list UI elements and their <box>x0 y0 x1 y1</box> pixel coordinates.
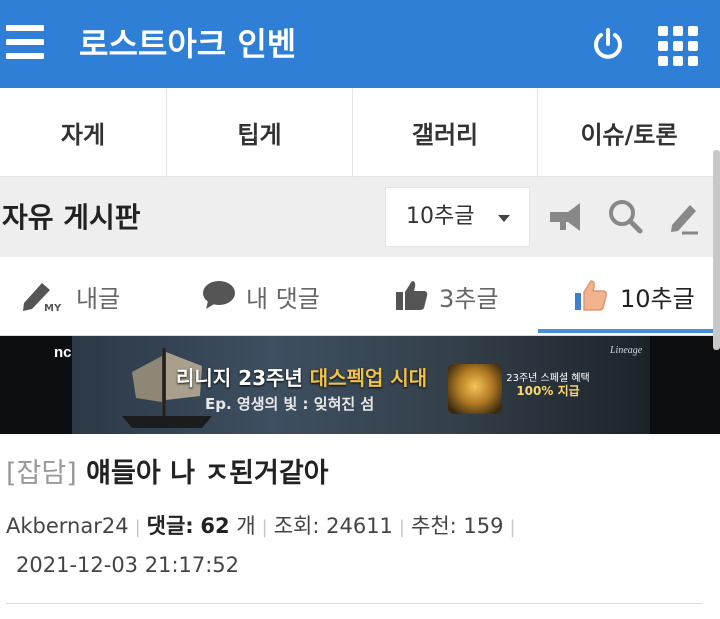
hamburger-menu-icon[interactable] <box>6 23 46 63</box>
post-title-text: 얘들아 나 ㅈ된거같아 <box>86 458 329 489</box>
scrollbar[interactable] <box>713 150 720 350</box>
tab-tip-board[interactable]: 팁게 <box>167 88 353 177</box>
view-count: 조회: 24611 <box>273 514 393 538</box>
divider <box>6 603 702 604</box>
tab-label: 내글 <box>76 285 121 313</box>
recommend-filter-select[interactable]: 10추글 <box>385 187 530 247</box>
banner-headline: 리니지 23주년 대스펙업 시대 <box>176 366 428 390</box>
tab-label: 내 댓글 <box>246 285 320 313</box>
tab-issue-debate[interactable]: 이슈/토론 <box>538 88 720 177</box>
post-author[interactable]: Akbernar24 <box>6 514 129 538</box>
comments-unit: 개 <box>236 514 256 538</box>
board-title: 자유 게시판 <box>2 201 141 234</box>
banner-headline-highlight: 대스펙업 시대 <box>309 366 428 390</box>
search-icon[interactable] <box>605 197 645 237</box>
comments-count: 62 <box>200 514 230 538</box>
app-header: 로스트아크 인벤 <box>0 0 720 88</box>
tab-free-board[interactable]: 자게 <box>0 88 167 177</box>
post-category[interactable]: [잡담] <box>6 458 77 489</box>
filter-value: 10추글 <box>406 204 475 229</box>
megaphone-icon[interactable] <box>548 197 588 237</box>
nc-logo: nc <box>54 344 72 361</box>
tab-3-recommend[interactable]: 3추글 <box>395 257 498 336</box>
app-grid-icon[interactable] <box>658 26 698 66</box>
treasure-box-icon <box>448 364 502 414</box>
post-meta: Akbernar24 | 댓글: 62 개 | 조회: 24611 | 추천: 159 | <box>6 514 516 538</box>
tab-my-comments[interactable]: 내 댓글 <box>202 257 320 336</box>
svg-text:MY: MY <box>44 303 62 313</box>
banner-badge: 23주년 스페셜 혜택 100% 지급 <box>506 373 590 398</box>
chevron-down-icon <box>498 215 510 222</box>
tab-label: 3추글 <box>439 285 499 313</box>
tab-my-posts[interactable]: MY 내글 <box>22 257 120 336</box>
speech-bubble-icon <box>202 280 236 314</box>
my-activity-tabs: MY 내글 내 댓글 3추글 10추글 <box>0 257 720 336</box>
tab-gallery[interactable]: 갤러리 <box>353 88 538 177</box>
pencil-my-icon: MY <box>22 277 66 317</box>
app-title[interactable]: 로스트아크 인벤 <box>79 24 296 64</box>
tab-label: 10추글 <box>620 285 695 313</box>
thumbs-up-colored-icon <box>574 279 610 315</box>
comments-label: 댓글: <box>146 514 194 538</box>
recommend-count: 추천: 159 <box>411 514 504 538</box>
thumbs-up-icon <box>395 279 429 315</box>
tab-10-recommend[interactable]: 10추글 <box>574 257 695 336</box>
board-header: 자유 게시판 10추글 <box>0 177 720 257</box>
banner-subline: Ep. 영생의 빛 : 잊혀진 섬 <box>205 395 375 413</box>
post-date: 2021-12-03 21:17:52 <box>16 553 240 577</box>
write-pencil-icon[interactable] <box>664 197 704 237</box>
power-icon[interactable] <box>590 26 626 62</box>
post-title: [잡담] 얘들아 나 ㅈ된거같아 <box>6 454 329 494</box>
ad-banner[interactable]: nc Lineage 리니지 23주년 대스펙업 시대 Ep. 영생의 빛 : … <box>0 336 720 434</box>
category-tabs: 자게 팁게 갤러리 이슈/토론 <box>0 88 720 177</box>
lineage-logo: Lineage <box>610 345 643 356</box>
active-tab-indicator <box>538 329 720 333</box>
